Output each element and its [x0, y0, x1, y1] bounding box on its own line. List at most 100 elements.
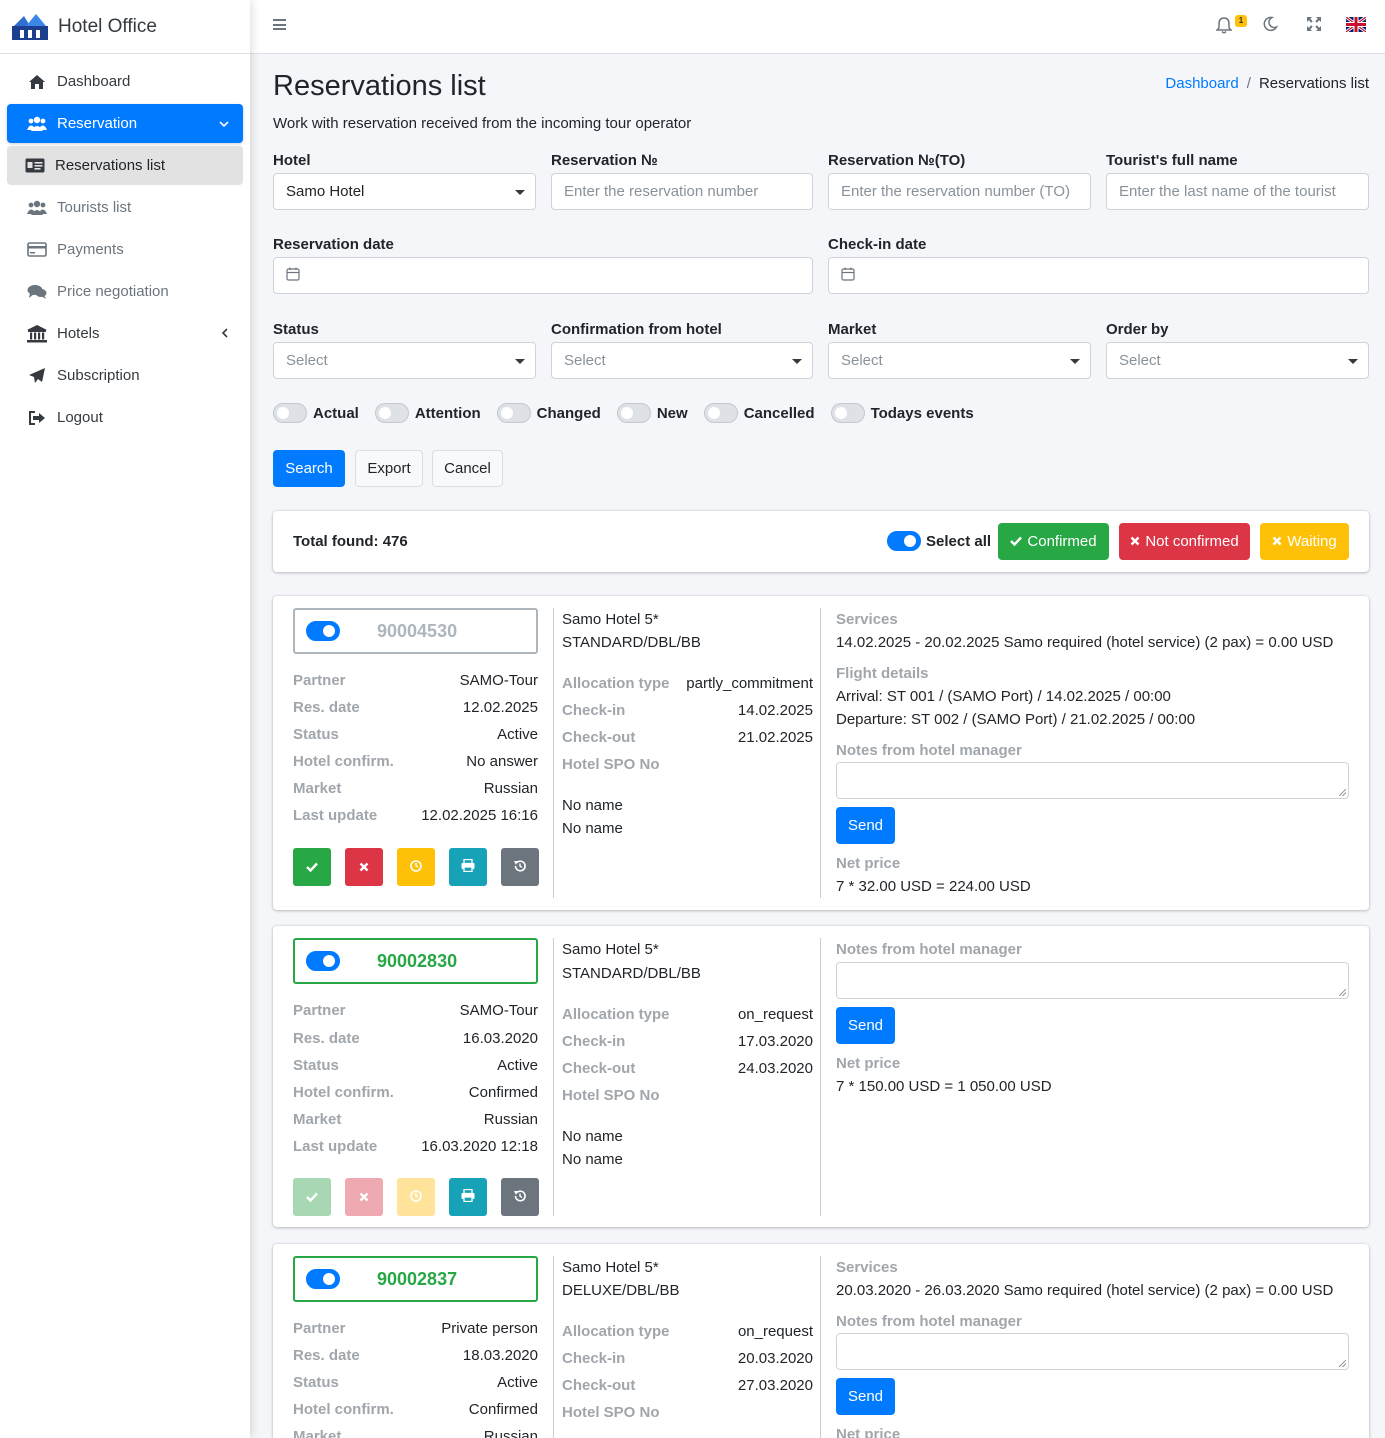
waiting-button[interactable]: Waiting [1260, 523, 1349, 560]
reservation-select-toggle[interactable] [306, 1269, 340, 1289]
confirmation-label: Confirmation from hotel [551, 321, 722, 338]
hotel-spo-row: Hotel SPO No [562, 1404, 813, 1424]
fullscreen-icon[interactable] [1306, 16, 1322, 37]
wait-reservation-button[interactable] [397, 1178, 435, 1216]
moon-icon[interactable] [1262, 16, 1279, 37]
sidebar-item-hotels[interactable]: Hotels [7, 314, 243, 353]
status-row: Status Active [293, 726, 538, 746]
confirm-reservation-button[interactable] [293, 1178, 331, 1216]
wait-reservation-button[interactable] [397, 848, 435, 886]
res-date-row: Res. date 16.03.2020 [293, 1030, 538, 1050]
last-update-value: 12.02.2025 16:16 [421, 807, 538, 824]
confirmed-button[interactable]: Confirmed [998, 523, 1109, 560]
toggle-actual[interactable]: Actual [273, 403, 359, 423]
confirmation-select[interactable]: Select [551, 342, 813, 379]
history-icon [513, 1189, 527, 1206]
toggle-switch[interactable] [703, 403, 738, 423]
status-select-value: Select [286, 352, 328, 369]
toggle-label: Changed [536, 404, 601, 422]
brand[interactable]: Hotel Office [0, 0, 250, 54]
toggle-new[interactable]: New [616, 403, 688, 423]
reservation-select-toggle[interactable] [306, 951, 340, 971]
chevron-down-icon [219, 116, 229, 131]
room-type: STANDARD/DBL/BB [562, 634, 701, 651]
res-date-value: 18.03.2020 [462, 1347, 538, 1364]
hotel-spo-row: Hotel SPO No [562, 1087, 813, 1107]
reservation-number-to-placeholder: Enter the reservation number (TO) [841, 183, 1070, 200]
hotel-select[interactable]: Samo Hotel [273, 173, 536, 210]
order-by-label: Order by [1106, 321, 1169, 338]
sidebar-item-reservations-list[interactable]: Reservations list [7, 146, 243, 185]
market-select[interactable]: Select [828, 342, 1091, 379]
market-label: Market [293, 1428, 342, 1438]
times-icon [359, 859, 369, 875]
tourist-name-input[interactable]: Enter the last name of the tourist [1106, 173, 1369, 210]
toggle-switch[interactable] [496, 403, 531, 423]
toggle-cancelled[interactable]: Cancelled [703, 403, 815, 423]
column-divider [553, 938, 554, 1216]
toggle-switch[interactable] [616, 403, 651, 423]
history-button[interactable] [501, 848, 539, 886]
reject-reservation-button[interactable] [345, 1178, 383, 1216]
sidebar-item-label: Subscription [57, 367, 140, 384]
toggle-switch[interactable] [273, 403, 307, 423]
toggle-attention[interactable]: Attention [374, 403, 481, 423]
send-notes-button[interactable]: Send [836, 1007, 895, 1044]
bank-icon [27, 324, 47, 344]
res-date-label: Res. date [293, 699, 360, 716]
cancel-button[interactable]: Cancel [432, 450, 503, 487]
toggle-switch[interactable] [887, 531, 921, 551]
page-title: Reservations list [273, 70, 486, 102]
status-select[interactable]: Select [273, 342, 536, 379]
breadcrumb-dashboard-link[interactable]: Dashboard [1165, 75, 1238, 92]
not-confirmed-button[interactable]: Not confirmed [1119, 523, 1250, 560]
hotel-spo-row: Hotel SPO No [562, 756, 813, 776]
sidebar-item-logout[interactable]: Logout [7, 398, 243, 437]
calendar-icon [841, 267, 855, 285]
bell-icon[interactable] [1215, 16, 1233, 39]
confirmed-label: Confirmed [1027, 533, 1097, 550]
toggle-changed[interactable]: Changed [496, 403, 601, 423]
reservation-number-to-input[interactable]: Enter the reservation number (TO) [828, 173, 1091, 210]
toggle-switch[interactable] [830, 403, 865, 423]
partner-value: SAMO-Tour [459, 1002, 538, 1019]
tourist-name: No name [562, 820, 623, 837]
reservation-date-input[interactable] [273, 257, 813, 294]
departure-value: Departure: ST 002 / (SAMO Port) / 21.02.… [836, 711, 1196, 728]
allocation-type-row: Allocation type partly_commitment [562, 675, 813, 695]
check-in-date-label: Check-in date [828, 236, 927, 253]
sidebar-item-subscription[interactable]: Subscription [7, 356, 243, 395]
notes-textarea[interactable] [836, 762, 1349, 799]
order-by-select[interactable]: Select [1106, 342, 1369, 379]
status-row: Status Active [293, 1057, 538, 1077]
history-button[interactable] [501, 1178, 539, 1216]
confirm-reservation-button[interactable] [293, 848, 331, 886]
select-all-toggle[interactable] [887, 531, 921, 551]
market-label: Market [293, 780, 342, 797]
uk-flag-icon[interactable] [1345, 15, 1367, 37]
print-button[interactable] [449, 848, 487, 886]
reservation-number-input[interactable]: Enter the reservation number [551, 173, 813, 210]
check-in-date-input[interactable] [828, 257, 1369, 294]
toggle-switch[interactable] [374, 403, 409, 423]
reservation-select-toggle[interactable] [306, 621, 340, 641]
sidebar-item-payments[interactable]: Payments [7, 230, 243, 269]
sidebar-item-dashboard[interactable]: Dashboard [7, 62, 243, 101]
tourist-name-placeholder: Enter the last name of the tourist [1119, 183, 1336, 200]
toggle-todays-events[interactable]: Todays events [830, 403, 974, 423]
reject-reservation-button[interactable] [345, 848, 383, 886]
send-notes-button[interactable]: Send [836, 807, 895, 844]
res-date-label: Res. date [293, 1347, 360, 1364]
menu-toggle-icon[interactable] [273, 19, 286, 30]
net-price-label: Net price [836, 855, 901, 872]
sidebar-item-reservation[interactable]: Reservation [7, 104, 243, 143]
notes-textarea[interactable] [836, 1333, 1349, 1370]
search-button[interactable]: Search [273, 450, 345, 487]
notes-textarea[interactable] [836, 962, 1349, 999]
status-label: Status [273, 321, 319, 338]
export-button[interactable]: Export [355, 450, 423, 487]
sidebar-item-tourists-list[interactable]: Tourists list [7, 188, 243, 227]
print-button[interactable] [449, 1178, 487, 1216]
send-notes-button[interactable]: Send [836, 1378, 895, 1415]
sidebar-item-price-negotiation[interactable]: Price negotiation [7, 272, 243, 311]
